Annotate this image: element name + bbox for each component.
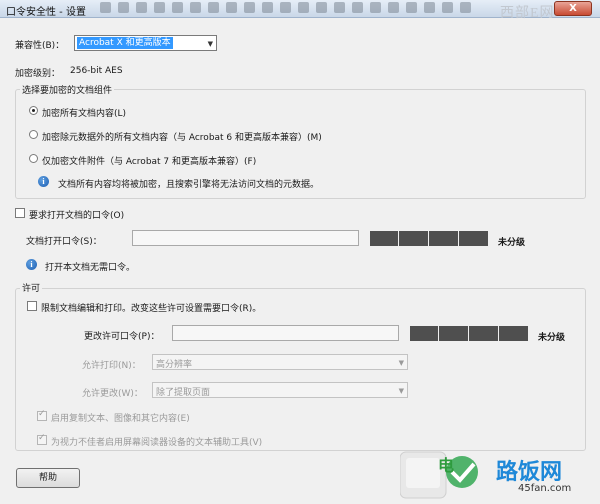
enable-accessibility-checkbox[interactable] — [37, 433, 47, 445]
watermark-url: 45fan.com — [518, 483, 572, 494]
toolbar-icon — [244, 2, 255, 13]
toolbar-icon — [406, 2, 417, 13]
chevron-down-icon: ▼ — [398, 387, 404, 395]
close-button[interactable]: X — [554, 1, 592, 16]
print-value: 高分辨率 — [156, 360, 193, 370]
strength-segment — [429, 231, 458, 246]
watermark-logo: 电 路饭网 45fan.com — [399, 448, 596, 501]
change-password-field-label: 更改许可口令(P)： — [84, 332, 160, 342]
encryption-value: 256-bit AES — [70, 66, 123, 76]
watermark-top: 西部E网 — [500, 6, 555, 21]
open-password-input[interactable] — [132, 230, 359, 246]
compat-label: 兼容性(B)： — [15, 41, 65, 51]
watermark-brand: 路饭网 — [496, 460, 563, 485]
help-button[interactable]: 帮助 — [16, 468, 80, 488]
changes-label: 允许更改(W)： — [82, 389, 143, 399]
require-open-password-checkbox[interactable] — [15, 208, 25, 218]
title-bar: 口令安全性 - 设置 西部E网 X — [0, 0, 600, 21]
toolbar-icon — [316, 2, 327, 13]
toolbar-icon — [172, 2, 183, 13]
strength-segment — [469, 326, 498, 341]
radio-encrypt-attachments-label[interactable]: 仅加密文件附件（与 Acrobat 7 和更高版本兼容）(F) — [42, 154, 256, 167]
strength-segment — [370, 231, 398, 246]
restrict-editing-checkbox[interactable] — [27, 301, 37, 311]
radio-encrypt-all-label[interactable]: 加密所有文档内容(L) — [42, 106, 126, 119]
print-select[interactable]: 高分辨率 ▼ — [152, 354, 408, 370]
chevron-down-icon: ▼ — [398, 359, 404, 367]
toolbar-icon — [388, 2, 399, 13]
toolbar-icon — [154, 2, 165, 13]
change-password-strength-meter — [410, 326, 528, 341]
toolbar-icon — [460, 2, 471, 13]
strength-segment — [459, 231, 488, 246]
toolbar-icon — [118, 2, 129, 13]
strength-segment — [439, 326, 468, 341]
background-toolbar — [100, 2, 471, 13]
enable-copy-checkbox[interactable] — [37, 409, 47, 421]
restrict-editing-label[interactable]: 限制文档编辑和打印。改变这些许可设置需要口令(R)。 — [41, 301, 261, 314]
toolbar-icon — [280, 2, 291, 13]
change-password-strength-label: 未分级 — [538, 333, 566, 343]
strength-segment — [410, 326, 438, 341]
window-title: 口令安全性 - 设置 — [6, 7, 86, 18]
toolbar-icon — [226, 2, 237, 13]
radio-encrypt-except-metadata[interactable] — [29, 130, 38, 139]
components-info-text: 文档所有内容均将被加密，且搜索引擎将无法访问文档的元数据。 — [58, 180, 320, 190]
enable-accessibility-label[interactable]: 为视力不佳者启用屏幕阅读器设备的文本辅助工具(V) — [51, 435, 262, 448]
toolbar-icon — [334, 2, 345, 13]
info-icon: i — [26, 259, 37, 270]
toolbar-icon — [136, 2, 147, 13]
radio-encrypt-except-metadata-label[interactable]: 加密除元数据外的所有文档内容（与 Acrobat 6 和更高版本兼容）(M) — [42, 130, 322, 143]
open-password-info-text: 打开本文档无需口令。 — [45, 263, 136, 273]
chevron-down-icon: ▼ — [207, 40, 213, 48]
radio-encrypt-attachments[interactable] — [29, 154, 38, 163]
strength-segment — [399, 231, 428, 246]
print-label: 允许打印(N)： — [82, 361, 141, 371]
radio-encrypt-all[interactable] — [29, 106, 38, 115]
compat-select[interactable]: Acrobat X 和更高版本 ▼ — [74, 35, 217, 51]
toolbar-icon — [100, 2, 111, 13]
enable-copy-label[interactable]: 启用复制文本、图像和其它内容(E) — [51, 411, 190, 424]
change-password-input[interactable] — [172, 325, 399, 341]
info-icon: i — [38, 176, 49, 187]
toolbar-icon — [424, 2, 435, 13]
encryption-label: 加密级别： — [15, 69, 61, 79]
open-password-strength-meter — [370, 231, 488, 246]
toolbar-icon — [298, 2, 309, 13]
require-open-password-label[interactable]: 要求打开文档的口令(O) — [29, 208, 124, 221]
toolbar-icon — [262, 2, 273, 13]
toolbar-icon — [208, 2, 219, 13]
toolbar-icon — [370, 2, 381, 13]
toolbar-icon — [442, 2, 453, 13]
permissions-legend: 许可 — [20, 281, 43, 294]
changes-value: 除了提取页面 — [156, 388, 211, 398]
changes-select[interactable]: 除了提取页面 ▼ — [152, 382, 408, 398]
toolbar-icon — [352, 2, 363, 13]
watermark-partial-char: 电 — [438, 456, 455, 475]
compat-value: Acrobat X 和更高版本 — [77, 37, 173, 49]
open-password-field-label: 文档打开口令(S)： — [26, 237, 102, 247]
strength-segment — [499, 326, 528, 341]
toolbar-icon — [190, 2, 201, 13]
open-password-strength-label: 未分级 — [498, 238, 526, 248]
components-legend: 选择要加密的文档组件 — [20, 83, 115, 96]
